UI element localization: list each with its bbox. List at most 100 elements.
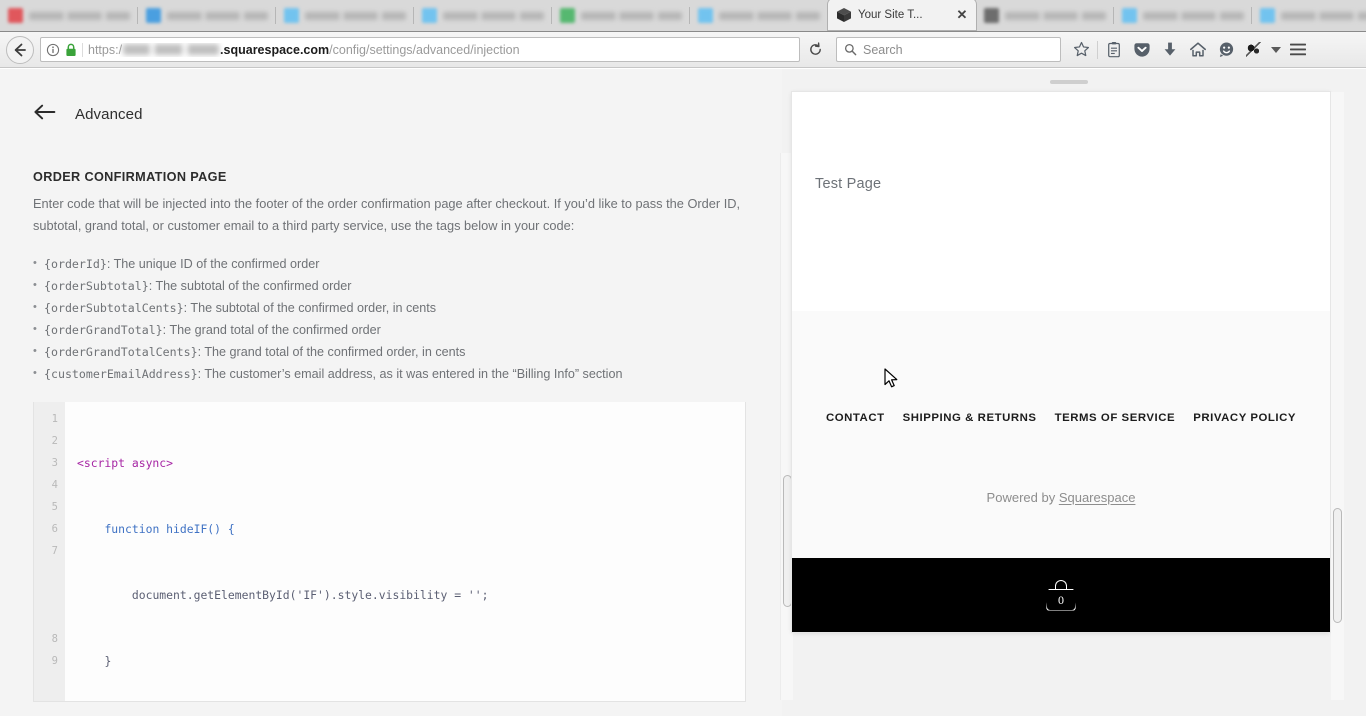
caret-glyph-icon: [1271, 46, 1281, 53]
list-item: {customerEmailAddress}: The customer’s e…: [33, 362, 782, 385]
page-title: Advanced: [75, 106, 143, 123]
tab-title: Squarespace ...: [1005, 11, 1106, 20]
squarespace-link[interactable]: Squarespace: [1059, 490, 1136, 505]
browser-tab[interactable]: Squarespace ...: [138, 0, 276, 31]
tag-description: : The subtotal of the confirmed order: [148, 279, 352, 293]
search-bar[interactable]: Search: [836, 37, 1061, 62]
browser-tab[interactable]: Weebly Integr...: [552, 0, 690, 31]
tag-description: : The unique ID of the confirmed order: [106, 257, 320, 271]
navigation-toolbar: https:/ .squarespace.com /config/setting…: [0, 32, 1366, 68]
code-line: <script async>: [77, 456, 174, 470]
reload-button[interactable]: [802, 37, 828, 63]
tab-favicon-icon: [422, 8, 437, 23]
search-input[interactable]: Search: [863, 43, 903, 57]
tab-favicon-icon: [984, 8, 999, 23]
search-icon: [844, 43, 857, 56]
url-bar[interactable]: https:/ .squarespace.com /config/setting…: [40, 37, 800, 62]
tab-title: Weebly: [719, 11, 820, 20]
list-item: {orderSubtotalCents}: The subtotal of th…: [33, 296, 782, 319]
line-number: 2: [51, 435, 58, 447]
site-identity[interactable]: [46, 42, 83, 57]
browser-tab[interactable]: AffiliateProg...: [276, 0, 414, 31]
footer-link-terms-of-service[interactable]: TERMS OF SERVICE: [1055, 412, 1176, 424]
tag-description: : The customer’s email address, as it wa…: [197, 367, 623, 381]
bookmark-star-icon[interactable]: [1067, 36, 1095, 64]
line-number-gutter: 1 2 3 4 5 6 7 8 9: [34, 402, 65, 701]
tab-favicon-icon: [8, 8, 23, 23]
tag-description: : The subtotal of the confirmed order, i…: [183, 301, 437, 315]
browser-tab[interactable]: Shop - 100 Test: [1252, 0, 1366, 31]
info-icon: [46, 43, 60, 56]
footer-link-contact[interactable]: CONTACT: [826, 412, 885, 424]
browser-tab-active[interactable]: Your Site T... ✕: [828, 0, 976, 31]
pocket-icon[interactable]: [1128, 36, 1156, 64]
browser-tab[interactable]: home: [414, 0, 552, 31]
scrollbar-thumb[interactable]: [783, 475, 792, 607]
code-line: }: [77, 654, 112, 668]
close-icon[interactable]: ✕: [956, 8, 968, 21]
back-button[interactable]: [6, 35, 34, 64]
preview-scrollbar[interactable]: [1331, 92, 1344, 700]
browser-tab[interactable]: Weebly - Web...: [1114, 0, 1252, 31]
extension-icon[interactable]: [1240, 36, 1268, 64]
tab-favicon-icon: [1122, 8, 1137, 23]
line-number: 3: [51, 457, 58, 469]
panel-header: Advanced: [0, 69, 782, 126]
scrollbar-thumb[interactable]: [1333, 508, 1342, 623]
chevron-down-icon[interactable]: [1268, 36, 1284, 64]
code-line: function hideIF() {: [77, 522, 235, 536]
hamburger-menu-icon[interactable]: [1284, 36, 1312, 64]
powered-by-prefix: Powered by: [986, 490, 1059, 505]
list-item: {orderId}: The unique ID of the confirme…: [33, 252, 782, 275]
panel-body: ORDER CONFIRMATION PAGE Enter code that …: [0, 170, 782, 702]
tab-strip: Vibeo - porti... Squarespace ... Affilia…: [0, 0, 1366, 32]
tab-title: Shop - 100 Test: [1281, 11, 1366, 20]
page-content: Advanced ORDER CONFIRMATION PAGE Enter c…: [0, 69, 1366, 716]
url-text: https:/ .squarespace.com /config/setting…: [88, 43, 794, 57]
code-editor[interactable]: 1 2 3 4 5 6 7 8 9 <script async> functio…: [33, 402, 746, 702]
list-item: {orderGrandTotalCents}: The grand total …: [33, 340, 782, 363]
line-number: 7: [51, 545, 58, 557]
line-number: 8: [51, 633, 58, 645]
tag-token: {customerEmailAddress}: [44, 367, 198, 381]
bag-handle-shape: [1055, 579, 1067, 590]
browser-tab[interactable]: Vibeo - porti...: [0, 0, 138, 31]
tag-description: : The grand total of the confirmed order: [162, 323, 381, 337]
tag-description: : The grand total of the confirmed order…: [197, 345, 466, 359]
site-preview[interactable]: Test Page CONTACT SHIPPING & RETURNS TER…: [792, 92, 1330, 632]
tag-token: {orderSubtotal}: [44, 279, 149, 293]
footer-link-shipping-returns[interactable]: SHIPPING & RETURNS: [903, 412, 1037, 424]
footer-link-privacy-policy[interactable]: PRIVACY POLICY: [1193, 412, 1296, 424]
line-number: 9: [51, 655, 58, 667]
cart-bar[interactable]: 0: [792, 558, 1330, 632]
smiley-icon[interactable]: [1212, 36, 1240, 64]
preview-footer-section: CONTACT SHIPPING & RETURNS TERMS OF SERV…: [792, 311, 1330, 576]
browser-tab[interactable]: Weebly: [690, 0, 828, 31]
lock-icon: [66, 43, 76, 56]
list-item: {orderSubtotal}: The subtotal of the con…: [33, 274, 782, 297]
back-arrow-icon[interactable]: [33, 103, 57, 126]
url-redacted-host: [123, 44, 220, 55]
tab-favicon-icon: [146, 8, 161, 23]
browser-tab[interactable]: Squarespace ...: [976, 0, 1114, 31]
shopping-bag-icon[interactable]: 0: [1044, 579, 1078, 611]
preview-page-title: Test Page: [815, 176, 882, 192]
line-number: 4: [51, 479, 58, 491]
tab-title: Your Site T...: [858, 9, 923, 21]
reading-list-icon[interactable]: [1100, 36, 1128, 64]
preview-footer-nav: CONTACT SHIPPING & RETURNS TERMS OF SERV…: [792, 412, 1330, 424]
powered-by-text: Powered by Squarespace: [792, 490, 1330, 505]
toolbar-divider: [1097, 40, 1098, 59]
code-text-area[interactable]: <script async> function hideIF() { docum…: [65, 402, 745, 701]
tab-title: Weebly Integr...: [581, 11, 682, 20]
settings-panel: Advanced ORDER CONFIRMATION PAGE Enter c…: [0, 69, 782, 716]
tab-favicon-icon: [284, 8, 299, 23]
toolbar-icons: [1067, 36, 1312, 64]
extension-glyph-icon: [1245, 42, 1263, 57]
tag-list: {orderId}: The unique ID of the confirme…: [33, 252, 782, 385]
tab-title: home: [443, 11, 544, 20]
home-icon[interactable]: [1184, 36, 1212, 64]
downloads-icon[interactable]: [1156, 36, 1184, 64]
line-number: 1: [51, 413, 58, 425]
list-item: {orderGrandTotal}: The grand total of th…: [33, 318, 782, 341]
